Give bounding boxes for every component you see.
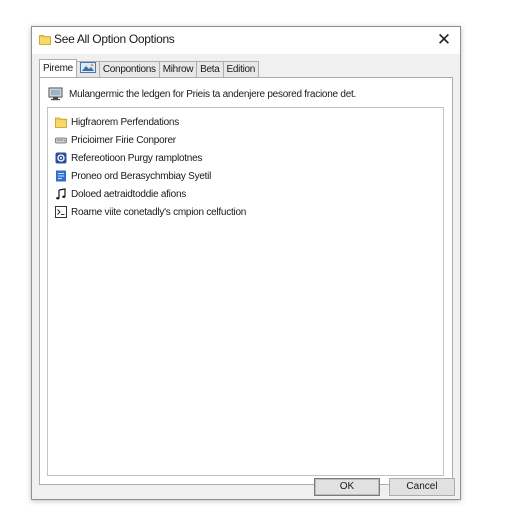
close-icon: ✕ — [436, 30, 452, 50]
gear-network-icon — [55, 152, 67, 164]
description-row: Mulangermic the ledgen for Prieis ta and… — [48, 87, 356, 101]
picture-icon — [79, 62, 96, 73]
tab-label: Mihrow — [162, 64, 194, 75]
tab-picture[interactable] — [75, 61, 100, 77]
options-dialog: See All Option Ooptions ✕ Pireme Conpont… — [31, 26, 461, 500]
tab-strip: Pireme Conpontions Mihrow Beta Edition — [39, 59, 260, 77]
document-blue-icon — [56, 170, 66, 182]
cancel-button[interactable]: Cancel — [389, 478, 455, 496]
list-item[interactable]: Doloed aetraidtoddie afions — [55, 186, 186, 202]
music-note-icon — [56, 188, 66, 200]
drive-icon — [55, 137, 67, 144]
close-button[interactable]: ✕ — [432, 29, 456, 51]
tab-beta[interactable]: Beta — [196, 61, 224, 77]
title-bar[interactable]: See All Option Ooptions ✕ — [32, 27, 460, 54]
options-list[interactable]: Higfraorem Perfendations Pricioimer Firi… — [47, 107, 444, 476]
folder-icon — [55, 117, 67, 128]
list-item[interactable]: Proneo ord Berasychmbiay Syetil — [55, 168, 211, 184]
tab-pireme[interactable]: Pireme — [39, 59, 77, 77]
list-item-label: Pricioimer Firie Conporer — [71, 134, 176, 146]
folder-icon — [39, 35, 51, 45]
tab-label: Conpontions — [102, 64, 156, 75]
tab-label: Edition — [226, 64, 256, 75]
list-item[interactable]: Higfraorem Perfendations — [55, 114, 179, 130]
list-item[interactable]: Refereotioon Purgy ramplotnes — [55, 150, 202, 166]
window-title: See All Option Ooptions — [54, 32, 175, 46]
tab-conpontions[interactable]: Conpontions — [98, 61, 160, 77]
list-item-label: Higfraorem Perfendations — [71, 116, 179, 128]
tab-label: Beta — [200, 64, 220, 75]
list-item-label: Proneo ord Berasychmbiay Syetil — [71, 170, 212, 182]
list-item-label: Roame viite conetadly's cmpion celfuctio… — [71, 206, 247, 218]
list-item-label: Doloed aetraidtoddie afions — [71, 188, 187, 200]
ok-button[interactable]: OK — [314, 478, 380, 496]
terminal-icon — [55, 206, 67, 218]
list-item[interactable]: Roame viite conetadly's cmpion celfuctio… — [55, 204, 246, 220]
monitor-icon — [48, 87, 63, 101]
tab-panel: Mulangermic the ledgen for Prieis ta and… — [39, 77, 453, 485]
description-text: Mulangermic the ledgen for Prieis ta and… — [69, 88, 357, 100]
list-item[interactable]: Pricioimer Firie Conporer — [55, 132, 176, 148]
tab-edition[interactable]: Edition — [222, 61, 260, 77]
tab-label: Pireme — [43, 63, 73, 74]
list-item-label: Refereotioon Purgy ramplotnes — [71, 152, 203, 164]
tab-mihrow[interactable]: Mihrow — [158, 61, 198, 77]
